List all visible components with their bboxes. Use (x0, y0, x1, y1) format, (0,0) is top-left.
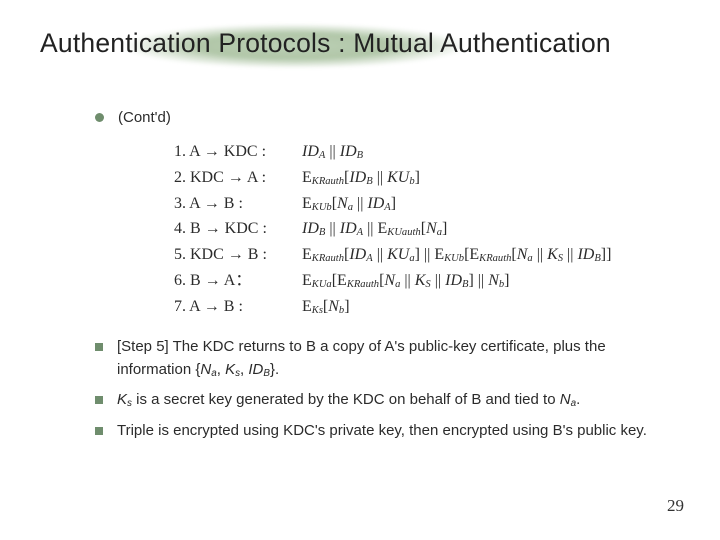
slide-body: (Cont'd) 1. A → KDC :IDA || IDB 2. KDC →… (40, 107, 680, 443)
step-right: IDA || IDB (302, 139, 680, 165)
step-left: 1. A → KDC : (174, 139, 302, 165)
bullet-item: Ks is a secret key generated by the KDC … (95, 389, 680, 412)
step-row: 1. A → KDC :IDA || IDB (174, 139, 680, 165)
step-row: 5. KDC → B :EKRauth[IDA || KUa] || EKUb[… (174, 242, 680, 268)
step-row: 6. B → A：EKUa[EKRauth[Na || KS || IDB] |… (174, 268, 680, 294)
step-left: 3. A → B : (174, 191, 302, 217)
bullet-icon (95, 113, 104, 122)
step-right: EKUa[EKRauth[Na || KS || IDB] || Nb] (302, 268, 680, 294)
bullet-contd: (Cont'd) (95, 107, 680, 129)
step-right: EKs[Nb] (302, 294, 680, 320)
step-row: 2. KDC → A :EKRauth[IDB || KUb] (174, 165, 680, 191)
step-right: EKUb[Na || IDA] (302, 191, 680, 217)
bullet-item: Triple is encrypted using KDC's private … (95, 420, 680, 443)
bullet-text: Ks is a secret key generated by the KDC … (117, 389, 580, 412)
step-left: 6. B → A： (174, 268, 302, 294)
step-left: 5. KDC → B : (174, 242, 302, 268)
bullet-icon (95, 343, 103, 351)
step-row: 3. A → B :EKUb[Na || IDA] (174, 191, 680, 217)
slide: Authentication Protocols : Mutual Authen… (0, 0, 720, 540)
page-number: 29 (667, 496, 684, 516)
bullet-item: [Step 5] The KDC returns to B a copy of … (95, 336, 680, 381)
bullet-text: [Step 5] The KDC returns to B a copy of … (117, 336, 680, 381)
step-left: 2. KDC → A : (174, 165, 302, 191)
bullet-icon (95, 427, 103, 435)
step-right: EKRauth[IDA || KUa] || EKUb[EKRauth[Na |… (302, 242, 680, 268)
step-right: EKRauth[IDB || KUb] (302, 165, 680, 191)
step-right: IDB || IDA || EKUauth[Na] (302, 216, 680, 242)
step-row: 7. A → B :EKs[Nb] (174, 294, 680, 320)
step-left: 4. B → KDC : (174, 216, 302, 242)
step-row: 4. B → KDC :IDB || IDA || EKUauth[Na] (174, 216, 680, 242)
bullet-icon (95, 396, 103, 404)
slide-title: Authentication Protocols : Mutual Authen… (40, 28, 680, 59)
subhead: (Cont'd) (118, 107, 171, 129)
step-left: 7. A → B : (174, 294, 302, 320)
bullet-text: Triple is encrypted using KDC's private … (117, 420, 647, 443)
protocol-steps: 1. A → KDC :IDA || IDB 2. KDC → A :EKRau… (174, 139, 680, 320)
